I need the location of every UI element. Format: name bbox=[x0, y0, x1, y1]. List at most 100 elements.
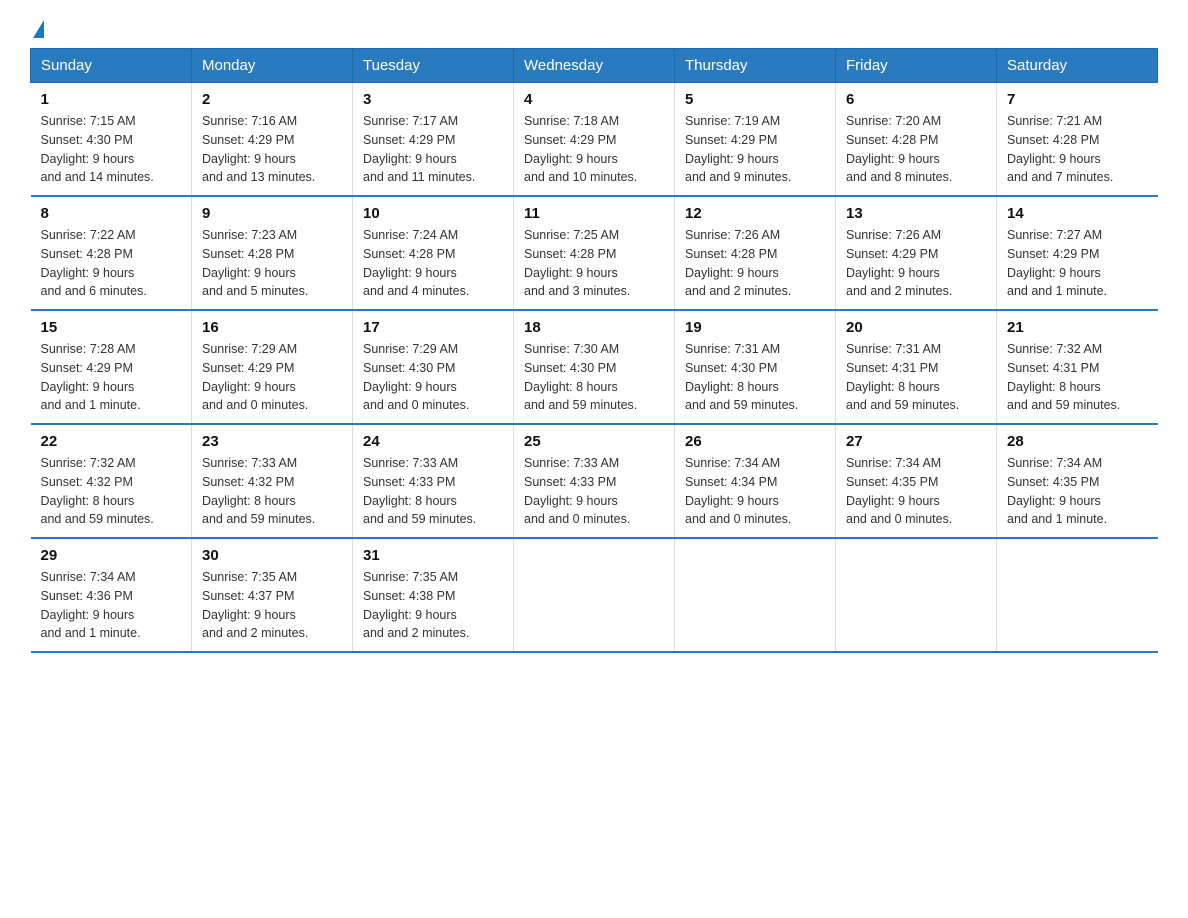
day-number: 15 bbox=[41, 319, 182, 336]
day-number: 6 bbox=[846, 91, 986, 108]
day-info: Sunrise: 7:33 AMSunset: 4:33 PMDaylight:… bbox=[363, 454, 503, 529]
calendar-cell: 31 Sunrise: 7:35 AMSunset: 4:38 PMDayligh… bbox=[353, 538, 514, 652]
week-row-2: 8 Sunrise: 7:22 AMSunset: 4:28 PMDaylight… bbox=[31, 196, 1158, 310]
day-info: Sunrise: 7:23 AMSunset: 4:28 PMDaylight:… bbox=[202, 226, 342, 301]
day-number: 8 bbox=[41, 205, 182, 222]
day-info: Sunrise: 7:19 AMSunset: 4:29 PMDaylight:… bbox=[685, 112, 825, 187]
logo bbox=[30, 20, 44, 38]
calendar-cell: 30 Sunrise: 7:35 AMSunset: 4:37 PMDayligh… bbox=[192, 538, 353, 652]
calendar-cell: 18 Sunrise: 7:30 AMSunset: 4:30 PMDayligh… bbox=[514, 310, 675, 424]
page-header bbox=[30, 20, 1158, 38]
calendar-cell: 24 Sunrise: 7:33 AMSunset: 4:33 PMDayligh… bbox=[353, 424, 514, 538]
day-info: Sunrise: 7:29 AMSunset: 4:30 PMDaylight:… bbox=[363, 340, 503, 415]
day-info: Sunrise: 7:34 AMSunset: 4:35 PMDaylight:… bbox=[846, 454, 986, 529]
calendar-cell: 11 Sunrise: 7:25 AMSunset: 4:28 PMDayligh… bbox=[514, 196, 675, 310]
calendar-cell: 19Sunrise: 7:31 AMSunset: 4:30 PMDayligh… bbox=[675, 310, 836, 424]
calendar-cell: 1 Sunrise: 7:15 AMSunset: 4:30 PMDaylight… bbox=[31, 83, 192, 197]
calendar-cell: 21 Sunrise: 7:32 AMSunset: 4:31 PMDayligh… bbox=[997, 310, 1158, 424]
day-info: Sunrise: 7:34 AMSunset: 4:36 PMDaylight:… bbox=[41, 568, 182, 643]
calendar-cell: 5 Sunrise: 7:19 AMSunset: 4:29 PMDaylight… bbox=[675, 83, 836, 197]
calendar-cell bbox=[675, 538, 836, 652]
day-info: Sunrise: 7:20 AMSunset: 4:28 PMDaylight:… bbox=[846, 112, 986, 187]
calendar-cell: 20 Sunrise: 7:31 AMSunset: 4:31 PMDayligh… bbox=[836, 310, 997, 424]
day-info: Sunrise: 7:33 AMSunset: 4:32 PMDaylight:… bbox=[202, 454, 342, 529]
calendar-header-row: SundayMondayTuesdayWednesdayThursdayFrid… bbox=[31, 49, 1158, 83]
calendar-cell: 29 Sunrise: 7:34 AMSunset: 4:36 PMDayligh… bbox=[31, 538, 192, 652]
day-info: Sunrise: 7:33 AMSunset: 4:33 PMDaylight:… bbox=[524, 454, 664, 529]
day-info: Sunrise: 7:18 AMSunset: 4:29 PMDaylight:… bbox=[524, 112, 664, 187]
calendar-cell: 9 Sunrise: 7:23 AMSunset: 4:28 PMDaylight… bbox=[192, 196, 353, 310]
day-number: 31 bbox=[363, 547, 503, 564]
day-number: 4 bbox=[524, 91, 664, 108]
day-info: Sunrise: 7:17 AMSunset: 4:29 PMDaylight:… bbox=[363, 112, 503, 187]
calendar-cell: 4 Sunrise: 7:18 AMSunset: 4:29 PMDaylight… bbox=[514, 83, 675, 197]
week-row-4: 22 Sunrise: 7:32 AMSunset: 4:32 PMDayligh… bbox=[31, 424, 1158, 538]
column-header-sunday: Sunday bbox=[31, 49, 192, 83]
day-info: Sunrise: 7:27 AMSunset: 4:29 PMDaylight:… bbox=[1007, 226, 1148, 301]
week-row-5: 29 Sunrise: 7:34 AMSunset: 4:36 PMDayligh… bbox=[31, 538, 1158, 652]
day-number: 28 bbox=[1007, 433, 1148, 450]
day-info: Sunrise: 7:32 AMSunset: 4:32 PMDaylight:… bbox=[41, 454, 182, 529]
day-number: 19 bbox=[685, 319, 825, 336]
calendar-cell: 25 Sunrise: 7:33 AMSunset: 4:33 PMDayligh… bbox=[514, 424, 675, 538]
day-info: Sunrise: 7:31 AMSunset: 4:31 PMDaylight:… bbox=[846, 340, 986, 415]
calendar-cell: 23 Sunrise: 7:33 AMSunset: 4:32 PMDayligh… bbox=[192, 424, 353, 538]
day-info: Sunrise: 7:28 AMSunset: 4:29 PMDaylight:… bbox=[41, 340, 182, 415]
day-info: Sunrise: 7:34 AMSunset: 4:34 PMDaylight:… bbox=[685, 454, 825, 529]
calendar-cell: 27 Sunrise: 7:34 AMSunset: 4:35 PMDayligh… bbox=[836, 424, 997, 538]
day-number: 9 bbox=[202, 205, 342, 222]
day-info: Sunrise: 7:16 AMSunset: 4:29 PMDaylight:… bbox=[202, 112, 342, 187]
day-number: 22 bbox=[41, 433, 182, 450]
calendar-cell: 8 Sunrise: 7:22 AMSunset: 4:28 PMDaylight… bbox=[31, 196, 192, 310]
calendar-table: SundayMondayTuesdayWednesdayThursdayFrid… bbox=[30, 48, 1158, 653]
day-number: 30 bbox=[202, 547, 342, 564]
day-info: Sunrise: 7:35 AMSunset: 4:37 PMDaylight:… bbox=[202, 568, 342, 643]
day-info: Sunrise: 7:34 AMSunset: 4:35 PMDaylight:… bbox=[1007, 454, 1148, 529]
column-header-monday: Monday bbox=[192, 49, 353, 83]
day-info: Sunrise: 7:32 AMSunset: 4:31 PMDaylight:… bbox=[1007, 340, 1148, 415]
calendar-cell: 6 Sunrise: 7:20 AMSunset: 4:28 PMDaylight… bbox=[836, 83, 997, 197]
day-number: 5 bbox=[685, 91, 825, 108]
day-info: Sunrise: 7:26 AMSunset: 4:29 PMDaylight:… bbox=[846, 226, 986, 301]
day-number: 18 bbox=[524, 319, 664, 336]
day-info: Sunrise: 7:29 AMSunset: 4:29 PMDaylight:… bbox=[202, 340, 342, 415]
week-row-1: 1 Sunrise: 7:15 AMSunset: 4:30 PMDaylight… bbox=[31, 83, 1158, 197]
calendar-cell: 12 Sunrise: 7:26 AMSunset: 4:28 PMDayligh… bbox=[675, 196, 836, 310]
day-info: Sunrise: 7:15 AMSunset: 4:30 PMDaylight:… bbox=[41, 112, 182, 187]
calendar-cell: 28 Sunrise: 7:34 AMSunset: 4:35 PMDayligh… bbox=[997, 424, 1158, 538]
day-number: 29 bbox=[41, 547, 182, 564]
day-info: Sunrise: 7:25 AMSunset: 4:28 PMDaylight:… bbox=[524, 226, 664, 301]
day-number: 24 bbox=[363, 433, 503, 450]
column-header-tuesday: Tuesday bbox=[353, 49, 514, 83]
column-header-wednesday: Wednesday bbox=[514, 49, 675, 83]
day-number: 2 bbox=[202, 91, 342, 108]
calendar-cell: 13Sunrise: 7:26 AMSunset: 4:29 PMDayligh… bbox=[836, 196, 997, 310]
day-info: Sunrise: 7:35 AMSunset: 4:38 PMDaylight:… bbox=[363, 568, 503, 643]
day-number: 21 bbox=[1007, 319, 1148, 336]
day-number: 23 bbox=[202, 433, 342, 450]
day-number: 11 bbox=[524, 205, 664, 222]
calendar-cell: 2 Sunrise: 7:16 AMSunset: 4:29 PMDaylight… bbox=[192, 83, 353, 197]
day-info: Sunrise: 7:24 AMSunset: 4:28 PMDaylight:… bbox=[363, 226, 503, 301]
logo-triangle-icon bbox=[33, 20, 44, 38]
day-number: 12 bbox=[685, 205, 825, 222]
calendar-cell: 22 Sunrise: 7:32 AMSunset: 4:32 PMDayligh… bbox=[31, 424, 192, 538]
day-number: 25 bbox=[524, 433, 664, 450]
week-row-3: 15 Sunrise: 7:28 AMSunset: 4:29 PMDayligh… bbox=[31, 310, 1158, 424]
day-info: Sunrise: 7:26 AMSunset: 4:28 PMDaylight:… bbox=[685, 226, 825, 301]
day-number: 7 bbox=[1007, 91, 1148, 108]
day-number: 20 bbox=[846, 319, 986, 336]
day-info: Sunrise: 7:30 AMSunset: 4:30 PMDaylight:… bbox=[524, 340, 664, 415]
day-info: Sunrise: 7:21 AMSunset: 4:28 PMDaylight:… bbox=[1007, 112, 1148, 187]
calendar-cell: 26Sunrise: 7:34 AMSunset: 4:34 PMDayligh… bbox=[675, 424, 836, 538]
calendar-cell: 17Sunrise: 7:29 AMSunset: 4:30 PMDayligh… bbox=[353, 310, 514, 424]
day-info: Sunrise: 7:22 AMSunset: 4:28 PMDaylight:… bbox=[41, 226, 182, 301]
calendar-cell: 14Sunrise: 7:27 AMSunset: 4:29 PMDayligh… bbox=[997, 196, 1158, 310]
calendar-cell: 15 Sunrise: 7:28 AMSunset: 4:29 PMDayligh… bbox=[31, 310, 192, 424]
calendar-cell: 10Sunrise: 7:24 AMSunset: 4:28 PMDayligh… bbox=[353, 196, 514, 310]
day-number: 27 bbox=[846, 433, 986, 450]
column-header-friday: Friday bbox=[836, 49, 997, 83]
day-number: 1 bbox=[41, 91, 182, 108]
calendar-cell bbox=[514, 538, 675, 652]
calendar-cell: 3Sunrise: 7:17 AMSunset: 4:29 PMDaylight… bbox=[353, 83, 514, 197]
